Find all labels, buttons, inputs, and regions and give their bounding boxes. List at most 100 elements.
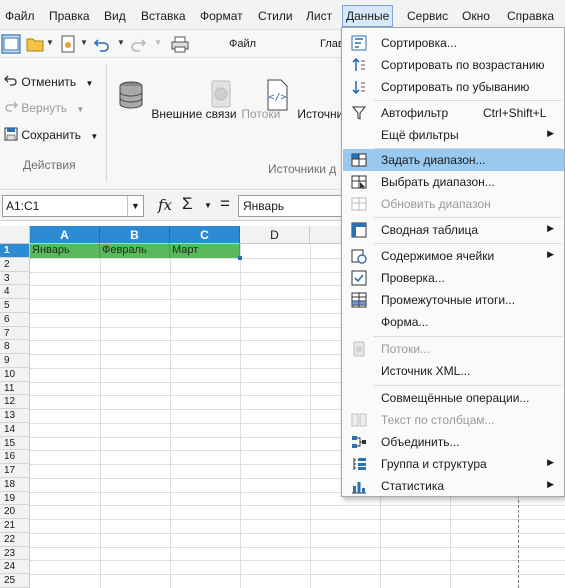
- open-folder-icon[interactable]: [25, 34, 45, 54]
- row-header[interactable]: 5: [0, 299, 30, 313]
- column-header-c[interactable]: C: [170, 226, 240, 244]
- menu-item-select-range[interactable]: Выбрать диапазон...: [343, 171, 564, 193]
- cell-a1[interactable]: Январь: [30, 244, 100, 258]
- template-icon[interactable]: [58, 34, 78, 54]
- row-header[interactable]: 13: [0, 409, 30, 423]
- undo-dropdown-icon[interactable]: ▼: [117, 38, 125, 47]
- menu-edit[interactable]: Правка: [49, 6, 90, 26]
- menu-file[interactable]: Файл: [5, 6, 35, 26]
- column-header-d[interactable]: D: [240, 226, 310, 244]
- menu-item-group-outline[interactable]: Группа и структура ▶: [343, 453, 564, 475]
- row-header[interactable]: 3: [0, 271, 30, 286]
- menu-tools[interactable]: Сервис: [407, 6, 448, 26]
- menu-item-sort-descending[interactable]: Сортировать по убыванию: [343, 76, 564, 98]
- row-header[interactable]: 2: [0, 257, 30, 272]
- redo-dropdown-icon[interactable]: ▼: [76, 105, 84, 114]
- cell-b1[interactable]: Февраль: [100, 244, 170, 258]
- row-header[interactable]: 18: [0, 477, 30, 492]
- row-header[interactable]: 21: [0, 519, 30, 533]
- row-header[interactable]: 1: [0, 244, 30, 258]
- menu-item-sort-ascending[interactable]: Сортировать по возрастанию: [343, 54, 564, 76]
- formula-icon[interactable]: =: [220, 194, 230, 214]
- menu-item-text-to-columns[interactable]: Текст по столбцам...: [343, 409, 564, 431]
- undo-dropdown-icon[interactable]: ▼: [86, 79, 94, 88]
- consolidate-icon: [352, 436, 366, 448]
- row-header[interactable]: 14: [0, 422, 30, 437]
- cell-c1[interactable]: Март: [170, 244, 240, 258]
- row-header[interactable]: 20: [0, 505, 30, 519]
- menu-item-xml-source[interactable]: Источник XML...: [343, 360, 564, 382]
- save-dropdown-icon[interactable]: ▼: [90, 132, 98, 141]
- column-header-b[interactable]: B: [100, 226, 170, 244]
- menu-help[interactable]: Справка: [507, 6, 554, 26]
- xml-source-button[interactable]: </> Источник XML: [260, 78, 344, 121]
- print-icon[interactable]: [170, 34, 190, 54]
- menu-item-form[interactable]: Форма...: [343, 311, 564, 333]
- row-header[interactable]: 6: [0, 312, 30, 327]
- row-header[interactable]: 22: [0, 532, 30, 547]
- row-header[interactable]: 16: [0, 450, 30, 464]
- menu-item-consolidate[interactable]: Объединить...: [343, 431, 564, 453]
- sum-icon[interactable]: Σ: [182, 194, 193, 214]
- row-header[interactable]: 17: [0, 464, 30, 478]
- row-header[interactable]: 4: [0, 285, 30, 299]
- sidebar-toggle-icon[interactable]: [1, 34, 21, 54]
- row-header[interactable]: 9: [0, 354, 30, 368]
- tab-home[interactable]: Главная: [320, 38, 342, 50]
- row-header[interactable]: 24: [0, 560, 30, 574]
- undo-icon[interactable]: [92, 34, 112, 54]
- menu-item-refresh-range[interactable]: Обновить диапазон: [343, 193, 564, 215]
- row-header[interactable]: 7: [0, 326, 30, 341]
- redo-button[interactable]: Вернуть ▼: [4, 98, 84, 118]
- row-header[interactable]: 19: [0, 491, 30, 506]
- menu-item-autofilter-label: Автофильтр: [381, 106, 449, 120]
- menu-item-statistics[interactable]: Статистика ▶: [343, 475, 564, 497]
- menu-styles[interactable]: Стили: [258, 6, 293, 26]
- menu-item-pivot-table[interactable]: Сводная таблица ▶: [343, 219, 564, 241]
- undo-button[interactable]: Отменить ▼: [4, 72, 93, 92]
- menu-item-streams[interactable]: Потоки...: [343, 338, 564, 360]
- menu-item-multiple-operations[interactable]: Совмещённые операции...: [343, 387, 564, 409]
- row-header[interactable]: 10: [0, 367, 30, 382]
- grid-hline: [30, 546, 565, 548]
- menu-item-more-filters[interactable]: Ещё фильтры ▶: [343, 124, 564, 146]
- external-links-button[interactable]: Внешние связи: [114, 78, 237, 121]
- menu-data[interactable]: Данные: [342, 5, 394, 27]
- template-dropdown-icon[interactable]: ▼: [80, 38, 88, 47]
- selection-fill-handle[interactable]: [238, 256, 242, 260]
- menu-sheet[interactable]: Лист: [306, 6, 332, 26]
- row-header[interactable]: 23: [0, 546, 30, 561]
- redo-dropdown-icon[interactable]: ▼: [154, 38, 162, 47]
- select-all-corner[interactable]: [0, 226, 30, 244]
- column-header-a[interactable]: A: [30, 226, 100, 244]
- name-box-dropdown-icon[interactable]: ▼: [127, 196, 143, 216]
- row-header[interactable]: 8: [0, 340, 30, 354]
- row-header[interactable]: 11: [0, 381, 30, 396]
- menu-item-sort[interactable]: Сортировка...: [343, 32, 564, 54]
- menu-item-define-range[interactable]: Задать диапазон...: [343, 149, 564, 171]
- row-header[interactable]: 15: [0, 436, 30, 451]
- row-header[interactable]: 12: [0, 395, 30, 409]
- redo-icon[interactable]: [128, 34, 148, 54]
- row-header[interactable]: 25: [0, 574, 30, 588]
- name-box[interactable]: A1:C1 ▼: [2, 195, 144, 217]
- tab-file[interactable]: Файл: [229, 38, 256, 50]
- save-icon: [4, 127, 18, 141]
- open-dropdown-icon[interactable]: ▼: [46, 38, 54, 47]
- menu-view[interactable]: Вид: [104, 6, 126, 26]
- menu-item-validation[interactable]: Проверка...: [343, 267, 564, 289]
- streams-button[interactable]: Потоки: [204, 78, 280, 121]
- menu-item-subtotals[interactable]: Промежуточные итоги...: [343, 289, 564, 311]
- xml-source-label: Источник XML: [297, 107, 344, 121]
- menu-insert[interactable]: Вставка: [141, 6, 186, 26]
- save-button[interactable]: Сохранить ▼: [4, 125, 98, 145]
- formula-input[interactable]: Январь: [238, 195, 342, 217]
- database-icon: [119, 81, 143, 109]
- menu-item-sort-label: Сортировка...: [381, 36, 457, 50]
- menu-format[interactable]: Формат: [200, 6, 243, 26]
- menu-item-autofilter[interactable]: Автофильтр Ctrl+Shift+L: [343, 102, 564, 124]
- function-wizard-icon[interactable]: fx: [158, 196, 172, 214]
- menu-item-cell-contents[interactable]: Содержимое ячейки ▶: [343, 245, 564, 267]
- sum-dropdown-icon[interactable]: ▼: [204, 201, 212, 210]
- menu-window[interactable]: Окно: [462, 6, 490, 26]
